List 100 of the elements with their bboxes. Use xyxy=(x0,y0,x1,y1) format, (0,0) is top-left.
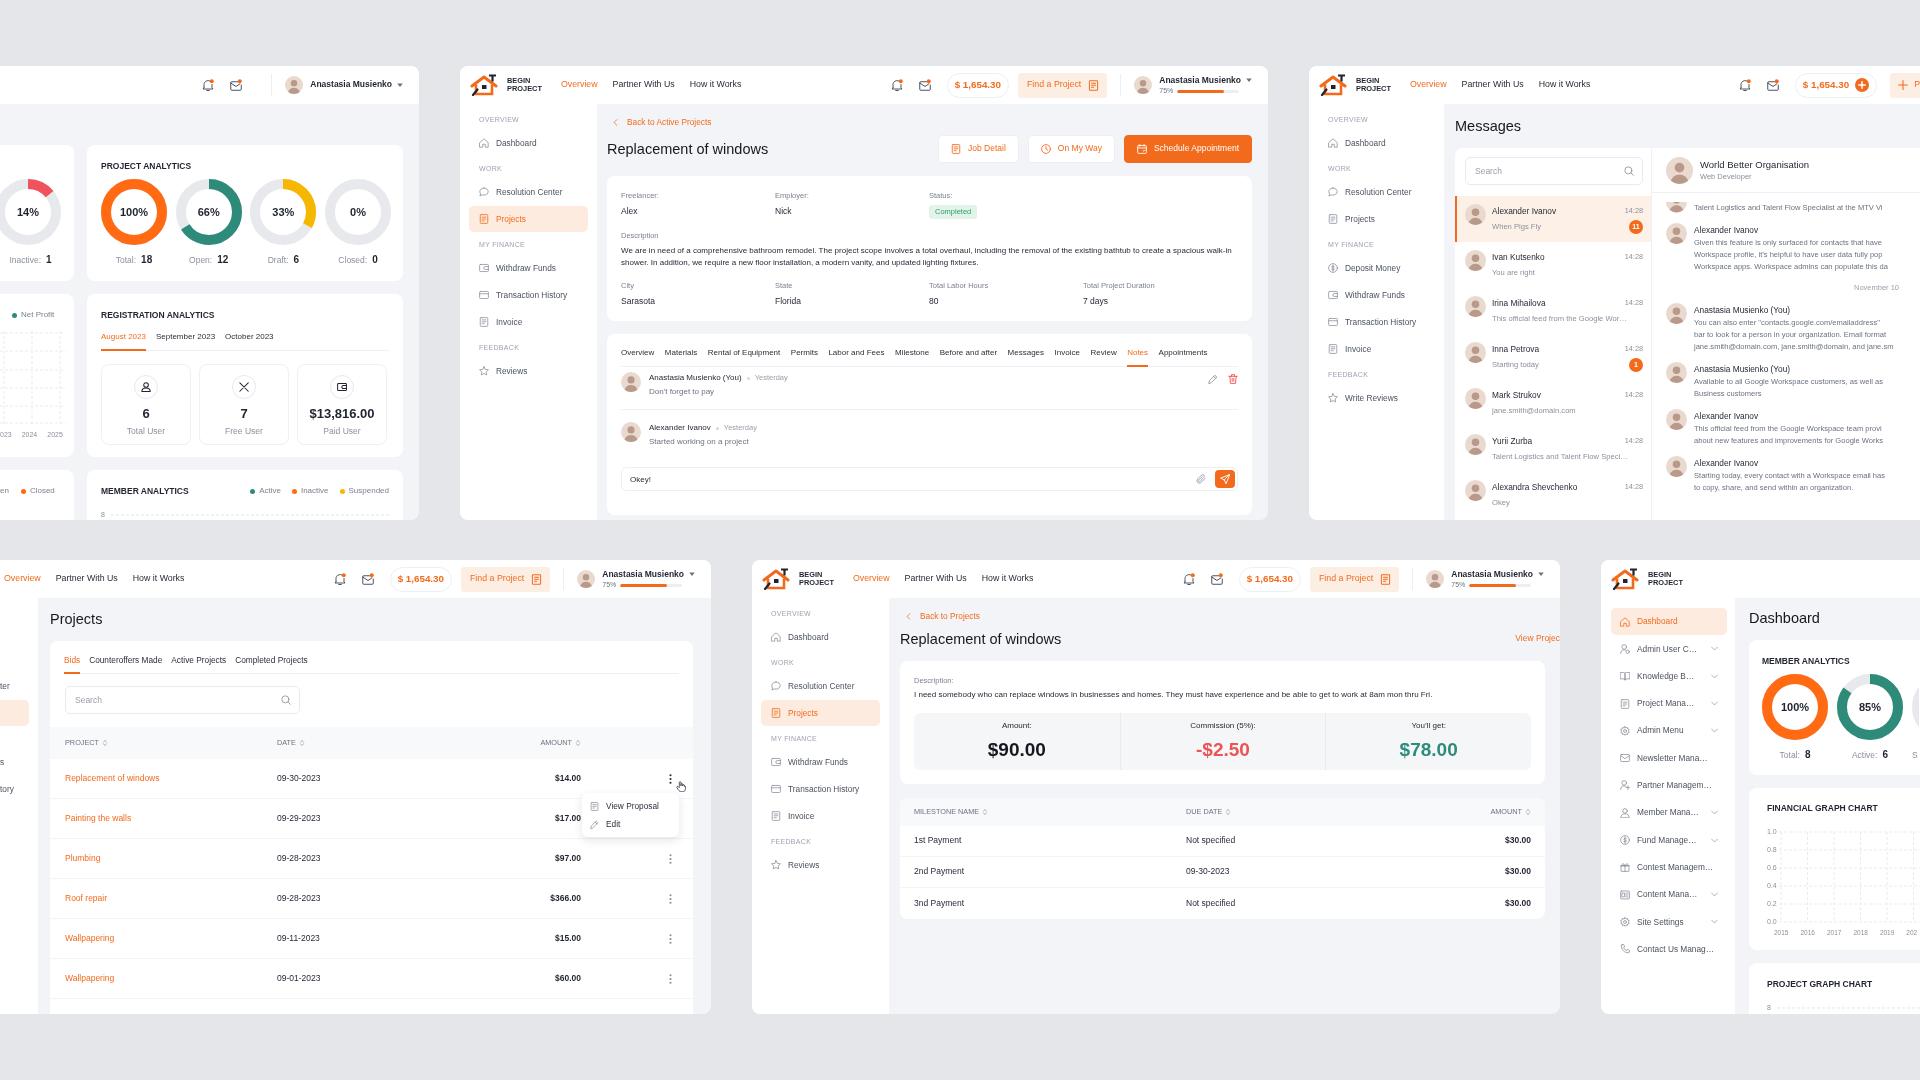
nav-link[interactable]: Partner With Us xyxy=(1461,79,1524,91)
paperclip-icon[interactable] xyxy=(1196,474,1206,484)
edit-icon[interactable] xyxy=(1208,374,1218,384)
sidebar-item[interactable]: Dashboard xyxy=(1318,130,1435,156)
mail-icon[interactable] xyxy=(361,573,374,585)
nav-link[interactable]: How it Works xyxy=(981,573,1034,585)
search-field[interactable]: Search xyxy=(1465,157,1643,185)
tab[interactable]: Completed Projects xyxy=(235,653,308,674)
nav-link[interactable]: How it Works xyxy=(689,79,742,91)
sidebar-item[interactable]: Project Mana… xyxy=(1611,689,1727,718)
sidebar-item[interactable]: Resolution Center xyxy=(469,179,588,205)
sidebar-item[interactable]: Admin Menu xyxy=(1611,717,1727,745)
message-input[interactable]: Okey! xyxy=(621,467,1238,491)
caret-icon[interactable] xyxy=(1538,571,1544,578)
caret-icon[interactable] xyxy=(1246,77,1252,84)
sidebar-item[interactable]: s xyxy=(0,749,29,775)
sidebar-item[interactable]: Member Mana… xyxy=(1611,799,1727,827)
avatar-icon[interactable] xyxy=(1426,570,1445,588)
sidebar-item[interactable]: Fund Manage… xyxy=(1611,826,1727,854)
sidebar-item[interactable]: Knowledge B… xyxy=(1611,662,1727,690)
user-name[interactable]: Anastasia Musienko xyxy=(1159,74,1241,86)
sidebar-item[interactable]: Dashboard xyxy=(469,130,588,156)
tab[interactable]: Materials xyxy=(664,346,698,367)
menu-item[interactable]: View Proposal xyxy=(582,797,679,815)
sidebar-item[interactable]: ter xyxy=(0,673,29,699)
sidebar-item[interactable]: tory xyxy=(0,776,29,802)
avatar-icon[interactable] xyxy=(1134,76,1153,94)
sidebar-item[interactable]: Newsletter Mana… xyxy=(1611,744,1727,772)
nav-link[interactable]: Partner With Us xyxy=(55,573,118,585)
tab[interactable]: Overview xyxy=(621,346,655,367)
bell-icon[interactable] xyxy=(890,79,903,91)
tab[interactable]: September 2023 xyxy=(155,330,216,351)
tab[interactable]: Rental of Equipment xyxy=(707,346,781,367)
tab[interactable]: Labor and Fees xyxy=(828,346,885,367)
sidebar-item[interactable]: Withdraw Funds xyxy=(1318,282,1435,308)
user-name[interactable]: Anastasia Musienko xyxy=(602,568,684,580)
tab[interactable]: Appointments xyxy=(1158,346,1208,367)
sidebar-item[interactable]: Reviews xyxy=(761,852,880,878)
sidebar-item[interactable]: Transaction History xyxy=(469,282,588,308)
more-options-icon[interactable] xyxy=(669,773,672,784)
description-text: We are in need of a comprehensive bathroom remodel. The project scope involves a total overhaul, including the removal of the existing bathtub to create a spacious walk-in shower. In addition, we require a new floor installation, a modern vanity, and updated lighting fixtures. xyxy=(621,245,1233,269)
sidebar-item[interactable]: Write Reviews xyxy=(1318,385,1435,411)
delete-icon[interactable] xyxy=(1228,374,1238,384)
sidebar-item[interactable]: Dashboard xyxy=(761,624,880,650)
nav-link[interactable]: Partner With Us xyxy=(904,573,967,585)
avatar-icon[interactable] xyxy=(577,570,596,588)
sidebar-item[interactable]: Invoice xyxy=(469,309,588,335)
sidebar-item[interactable]: Transaction History xyxy=(1318,309,1435,335)
sidebar-item[interactable]: Invoice xyxy=(1318,336,1435,362)
sidebar-item[interactable]: Resolution Center xyxy=(1318,179,1435,205)
house-logo-icon[interactable] xyxy=(1319,74,1349,96)
send-button[interactable] xyxy=(1215,470,1235,488)
sidebar-item[interactable]: Transaction History xyxy=(761,776,880,802)
sidebar-item[interactable]: Withdraw Funds xyxy=(469,255,588,281)
sidebar-item[interactable]: Partner Managem… xyxy=(1611,771,1727,800)
mail-icon[interactable] xyxy=(1766,79,1779,91)
user-name[interactable]: Anastasia Musienko xyxy=(310,79,392,91)
tab[interactable]: Milestone xyxy=(894,346,930,367)
page-title: Messages xyxy=(1455,117,1523,135)
sidebar-item[interactable]: Deposit Money xyxy=(1318,255,1435,281)
sidebar-item[interactable]: Projects xyxy=(1318,206,1435,232)
bell-icon[interactable] xyxy=(1182,573,1195,585)
sidebar-item[interactable]: Resolution Center xyxy=(761,673,880,699)
search-field[interactable]: Search xyxy=(65,686,300,714)
tab[interactable]: Permits xyxy=(790,346,818,367)
stat-label: Free User xyxy=(225,425,263,437)
house-logo-icon[interactable] xyxy=(762,568,792,590)
mail-icon[interactable] xyxy=(230,79,243,91)
nav-link[interactable]: How it Works xyxy=(1538,79,1591,91)
sidebar-item[interactable]: Contest Managem… xyxy=(1611,853,1727,881)
caret-icon[interactable] xyxy=(397,82,403,88)
house-logo-icon[interactable] xyxy=(1611,568,1641,590)
sidebar-item[interactable]: Admin User C… xyxy=(1611,635,1727,663)
mail-icon[interactable] xyxy=(1210,573,1223,585)
sidebar-item[interactable]: Invoice xyxy=(761,803,880,829)
tab[interactable]: Messages xyxy=(1007,346,1045,367)
mail-icon[interactable] xyxy=(918,79,931,91)
sidebar-item[interactable]: Site Settings xyxy=(1611,908,1727,936)
bell-icon[interactable] xyxy=(202,79,215,91)
sidebar-item[interactable]: Reviews xyxy=(469,358,588,384)
plus-icon[interactable] xyxy=(1855,78,1870,92)
bell-icon[interactable] xyxy=(333,573,346,585)
nav-link[interactable]: Partner With Us xyxy=(612,79,675,91)
avatar-icon[interactable] xyxy=(285,76,304,94)
tab[interactable]: Review xyxy=(1090,346,1117,367)
nav-link[interactable]: How it Works xyxy=(132,573,185,585)
caret-icon[interactable] xyxy=(689,571,695,578)
edit-icon xyxy=(590,819,599,829)
house-logo-icon[interactable] xyxy=(470,74,500,96)
sidebar-item[interactable]: Contact Us Manag… xyxy=(1611,935,1727,963)
sidebar-item[interactable]: Content Mana… xyxy=(1611,880,1727,909)
user-name[interactable]: Anastasia Musienko xyxy=(1451,568,1533,580)
sidebar-item[interactable]: Withdraw Funds xyxy=(761,749,880,775)
tab[interactable]: Counteroffers Made xyxy=(89,653,163,674)
tab[interactable]: Active Projects xyxy=(171,653,227,674)
tab[interactable]: October 2023 xyxy=(225,330,274,351)
bell-icon[interactable] xyxy=(1738,79,1751,91)
menu-item[interactable]: Edit xyxy=(582,815,679,833)
tab[interactable]: Invoice xyxy=(1054,346,1080,367)
tab[interactable]: Before and after xyxy=(939,346,998,367)
